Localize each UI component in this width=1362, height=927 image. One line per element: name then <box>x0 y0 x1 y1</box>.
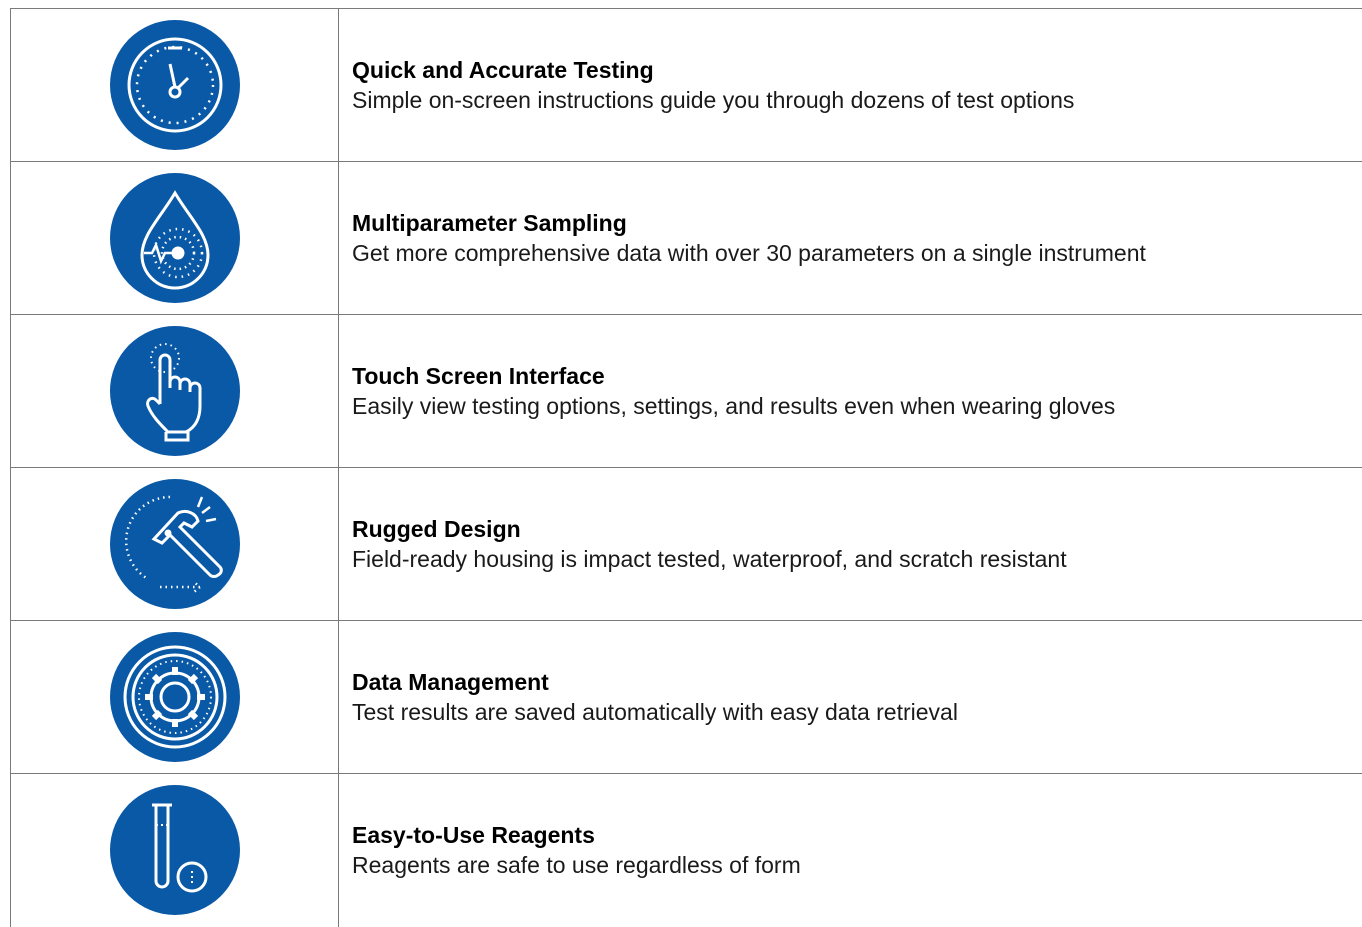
feature-description: Easily view testing options, settings, a… <box>352 391 1362 421</box>
feature-row: Rugged Design Field-ready housing is imp… <box>11 468 1362 621</box>
stopwatch-icon <box>110 20 240 150</box>
water-drop-icon <box>110 173 240 303</box>
feature-row: Touch Screen Interface Easily view testi… <box>11 315 1362 468</box>
feature-title: Rugged Design <box>352 514 1362 544</box>
feature-row: Quick and Accurate Testing Simple on-scr… <box>11 9 1362 162</box>
feature-row: Multiparameter Sampling Get more compreh… <box>11 162 1362 315</box>
test-tube-icon <box>110 785 240 915</box>
feature-title: Multiparameter Sampling <box>352 208 1362 238</box>
feature-title: Touch Screen Interface <box>352 361 1362 391</box>
icon-cell <box>11 315 339 468</box>
text-cell: Multiparameter Sampling Get more compreh… <box>339 162 1362 315</box>
feature-description: Reagents are safe to use regardless of f… <box>352 850 1362 880</box>
feature-row: Easy-to-Use Reagents Reagents are safe t… <box>11 774 1362 927</box>
gear-icon <box>110 632 240 762</box>
feature-title: Data Management <box>352 667 1362 697</box>
text-cell: Touch Screen Interface Easily view testi… <box>339 315 1362 468</box>
feature-description: Get more comprehensive data with over 30… <box>352 238 1362 268</box>
icon-cell <box>11 621 339 774</box>
feature-description: Test results are saved automatically wit… <box>352 697 1362 727</box>
feature-description: Simple on-screen instructions guide you … <box>352 85 1362 115</box>
icon-cell <box>11 9 339 162</box>
icon-cell <box>11 468 339 621</box>
text-cell: Easy-to-Use Reagents Reagents are safe t… <box>339 774 1362 927</box>
feature-description: Field-ready housing is impact tested, wa… <box>352 544 1362 574</box>
icon-cell <box>11 774 339 927</box>
text-cell: Data Management Test results are saved a… <box>339 621 1362 774</box>
features-table: Quick and Accurate Testing Simple on-scr… <box>10 8 1362 927</box>
icon-cell <box>11 162 339 315</box>
hammer-icon <box>110 479 240 609</box>
feature-title: Easy-to-Use Reagents <box>352 820 1362 850</box>
feature-row: Data Management Test results are saved a… <box>11 621 1362 774</box>
text-cell: Quick and Accurate Testing Simple on-scr… <box>339 9 1362 162</box>
text-cell: Rugged Design Field-ready housing is imp… <box>339 468 1362 621</box>
feature-title: Quick and Accurate Testing <box>352 55 1362 85</box>
touch-hand-icon <box>110 326 240 456</box>
